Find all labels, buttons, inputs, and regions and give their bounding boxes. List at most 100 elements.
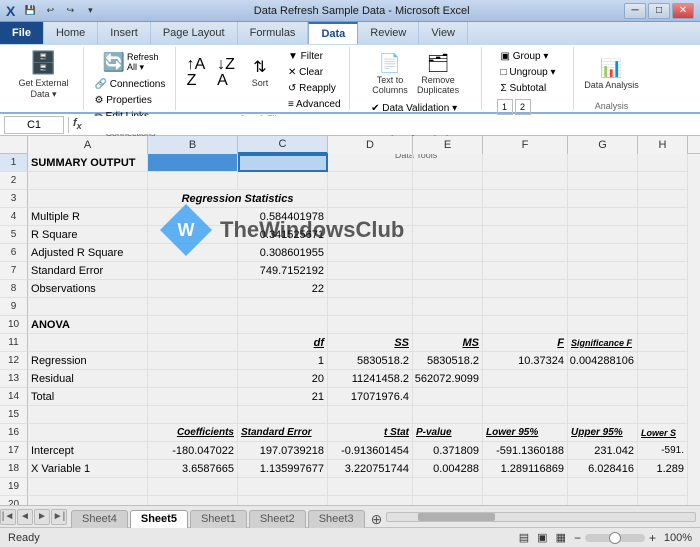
cell-a9[interactable] (28, 298, 148, 316)
cell-e2[interactable] (413, 172, 483, 190)
remove-duplicates-btn[interactable]: 🗂 RemoveDuplicates (415, 49, 461, 99)
cell-c4[interactable]: 0.584401978 (238, 208, 328, 226)
cell-h12[interactable] (638, 352, 688, 370)
cell-h11[interactable] (638, 334, 688, 352)
reapply-btn[interactable]: ↺ Reapply (284, 81, 345, 96)
cell-g1[interactable] (568, 154, 638, 172)
outline-1-btn[interactable]: 1 (497, 99, 513, 115)
cell-a1[interactable]: SUMMARY OUTPUT (28, 154, 148, 172)
tab-view[interactable]: View (419, 22, 468, 44)
cell-c13[interactable]: 20 (238, 370, 328, 388)
cell-b14[interactable] (148, 388, 238, 406)
text-to-columns-btn[interactable]: 📄 Text toColumns (367, 49, 413, 99)
cell-e15[interactable] (413, 406, 483, 424)
tab-review[interactable]: Review (358, 22, 419, 44)
cell-e18[interactable]: 0.004288 (413, 460, 483, 478)
cell-d5[interactable] (328, 226, 413, 244)
cell-h8[interactable] (638, 280, 688, 298)
cell-b12[interactable] (148, 352, 238, 370)
tab-navigation[interactable]: |◄ ◄ ► ►| (0, 509, 67, 525)
group-btn[interactable]: ▣ Group ▾ (497, 49, 553, 64)
tab-home[interactable]: Home (44, 22, 98, 44)
cell-f12[interactable]: 10.37324 (483, 352, 568, 370)
cell-d18[interactable]: 3.220751744 (328, 460, 413, 478)
cell-c12[interactable]: 1 (238, 352, 328, 370)
cell-f13[interactable] (483, 370, 568, 388)
sheet-tab-sheet4[interactable]: Sheet4 (71, 510, 128, 528)
cell-f11[interactable]: F (483, 334, 568, 352)
cell-b17[interactable]: -180.047022 (148, 442, 238, 460)
cell-a17[interactable]: Intercept (28, 442, 148, 460)
tab-page-layout[interactable]: Page Layout (151, 22, 238, 44)
formula-input[interactable] (86, 116, 696, 134)
cell-a2[interactable] (28, 172, 148, 190)
cell-a14[interactable]: Total (28, 388, 148, 406)
cell-h1[interactable] (638, 154, 688, 172)
clear-btn[interactable]: ✕ Clear (284, 65, 345, 80)
cell-h3[interactable] (638, 190, 688, 208)
cell-a11[interactable] (28, 334, 148, 352)
cell-f17[interactable]: -591.1360188 (483, 442, 568, 460)
cell-g6[interactable] (568, 244, 638, 262)
cell-c1[interactable] (238, 154, 328, 172)
cell-h5[interactable] (638, 226, 688, 244)
cell-b5[interactable] (148, 226, 238, 244)
cell-b4[interactable] (148, 208, 238, 226)
cell-a7[interactable]: Standard Error (28, 262, 148, 280)
cell-b10[interactable] (148, 316, 238, 334)
tab-next-btn[interactable]: ► (34, 509, 50, 525)
cell-d6[interactable] (328, 244, 413, 262)
cell-a13[interactable]: Residual (28, 370, 148, 388)
save-quick-btn[interactable]: 💾 (21, 3, 39, 19)
zoom-in-btn[interactable]: + (649, 531, 656, 545)
view-pagebreak-btn[interactable]: ▦ (556, 531, 566, 544)
zoom-level[interactable]: 100% (660, 532, 692, 544)
cell-d10[interactable] (328, 316, 413, 334)
cell-g18[interactable]: 6.028416 (568, 460, 638, 478)
tab-first-btn[interactable]: |◄ (0, 509, 16, 525)
properties-btn[interactable]: ⚙ Properties (91, 93, 156, 108)
sheet-tab-sheet2[interactable]: Sheet2 (249, 510, 306, 528)
cell-c10[interactable] (238, 316, 328, 334)
cell-h2[interactable] (638, 172, 688, 190)
zoom-slider[interactable] (585, 534, 645, 542)
col-header-f[interactable]: F (483, 136, 568, 154)
cell-g16[interactable]: Upper 95% (568, 424, 638, 442)
cell-a8[interactable]: Observations (28, 280, 148, 298)
cell-a4[interactable]: Multiple R (28, 208, 148, 226)
cell-b18[interactable]: 3.6587665 (148, 460, 238, 478)
cell-d9[interactable] (328, 298, 413, 316)
tab-data[interactable]: Data (308, 22, 358, 44)
cell-a10[interactable]: ANOVA (28, 316, 148, 334)
cell-d1[interactable] (328, 154, 413, 172)
cell-e5[interactable] (413, 226, 483, 244)
col-header-b[interactable]: B (148, 136, 238, 154)
cell-c9[interactable] (238, 298, 328, 316)
cell-e4[interactable] (413, 208, 483, 226)
cell-b3[interactable]: Regression Statistics (148, 190, 328, 208)
cell-c11[interactable]: df (238, 334, 328, 352)
sort-btn[interactable]: ⇅ Sort (242, 49, 278, 97)
cell-f4[interactable] (483, 208, 568, 226)
cell-f3[interactable] (483, 190, 568, 208)
cell-d12[interactable]: 5830518.2 (328, 352, 413, 370)
cell-b9[interactable] (148, 298, 238, 316)
window-controls[interactable]: ─ □ ✕ (624, 3, 694, 19)
data-validation-btn[interactable]: ✔ Data Validation ▾ (367, 101, 461, 116)
cell-c16[interactable]: Standard Error (238, 424, 328, 442)
cell-b13[interactable] (148, 370, 238, 388)
tab-prev-btn[interactable]: ◄ (17, 509, 33, 525)
cell-g8[interactable] (568, 280, 638, 298)
cell-h6[interactable] (638, 244, 688, 262)
cell-c2[interactable] (238, 172, 328, 190)
undo-quick-btn[interactable]: ↩ (41, 3, 59, 19)
cell-g2[interactable] (568, 172, 638, 190)
tab-insert[interactable]: Insert (98, 22, 151, 44)
cell-a12[interactable]: Regression (28, 352, 148, 370)
subtotal-btn[interactable]: Σ Subtotal (497, 81, 551, 96)
cell-b11[interactable] (148, 334, 238, 352)
cell-e6[interactable] (413, 244, 483, 262)
connections-btn[interactable]: 🔗 Connections (91, 77, 170, 92)
minimize-btn[interactable]: ─ (624, 3, 646, 19)
cell-d13[interactable]: 11241458.2 (328, 370, 413, 388)
